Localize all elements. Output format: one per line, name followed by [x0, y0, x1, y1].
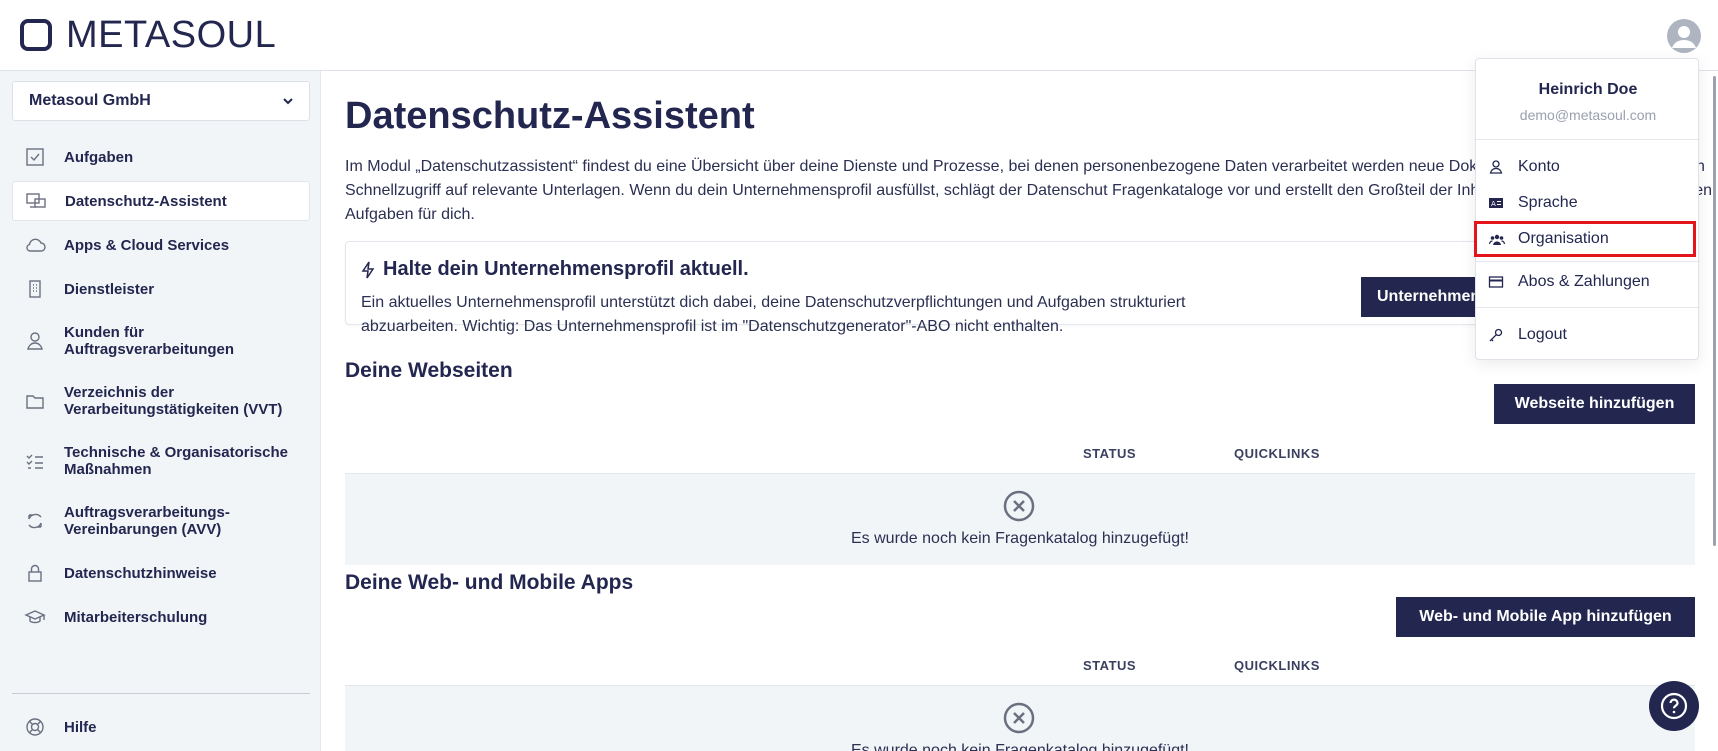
sidebar-item-kunden[interactable]: Kunden für Auftragsverarbeitungen: [12, 313, 310, 369]
cloud-icon: [24, 234, 46, 256]
sidebar-item-avv[interactable]: Auftragsverarbeitungs-Vereinbarungen (AV…: [12, 493, 310, 549]
sidebar-item-label: Datenschutz-Assistent: [65, 192, 227, 210]
page-scrollbar[interactable]: [1713, 76, 1716, 546]
company-profile-title: Halte dein Unternehmensprofil aktuell.: [361, 258, 749, 281]
key-icon: [1488, 327, 1504, 343]
menu-divider: [1476, 139, 1700, 140]
add-app-button[interactable]: Web- und Mobile App hinzufügen: [1396, 597, 1695, 637]
column-header-quicklinks: QUICKLINKS: [1234, 658, 1320, 673]
person-icon: [24, 330, 46, 352]
sidebar-item-label: Auftragsverarbeitungs-Vereinbarungen (AV…: [64, 504, 230, 538]
websites-section-title: Deine Webseiten: [345, 359, 513, 382]
sidebar-item-datenschutzhinweise[interactable]: Datenschutzhinweise: [12, 553, 310, 593]
x-circle-icon: [1003, 702, 1035, 734]
sidebar-item-label: Kunden für Auftragsverarbeitungen: [64, 324, 235, 358]
column-header-quicklinks: QUICKLINKS: [1234, 446, 1320, 461]
company-profile-text: Ein aktuelles Unternehmensprofil unterst…: [361, 294, 1186, 335]
column-header-status: STATUS: [1083, 658, 1137, 673]
lifebuoy-icon: [24, 716, 46, 738]
sidebar-item-label: Apps & Cloud Services: [64, 236, 230, 254]
empty-message: Es wurde noch kein Fragenkatalog hinzuge…: [851, 742, 1189, 751]
sidebar-item-label: Mitarbeiterschulung: [64, 608, 208, 626]
user-menu-dropdown: Heinrich Doe demo@metasoul.com Konto A S…: [1474, 58, 1700, 360]
list-check-icon: [24, 450, 46, 472]
sidebar-item-label: Datenschutzhinweise: [64, 564, 217, 582]
top-bar: METASOUL: [0, 0, 1718, 71]
sidebar-item-label: Aufgaben: [64, 148, 134, 166]
sidebar-item-apps-cloud[interactable]: Apps & Cloud Services: [12, 225, 310, 265]
sidebar: Metasoul GmbH Aufgaben Datenschutz-Assis…: [0, 71, 321, 751]
language-icon: A: [1488, 195, 1504, 211]
svg-text:A: A: [1491, 200, 1496, 208]
sidebar-item-tom[interactable]: Technische & Organisatorische Maßnahmen: [12, 433, 310, 489]
apps-empty-state: Es wurde noch kein Fragenkatalog hinzuge…: [345, 685, 1695, 751]
empty-message: Es wurde noch kein Fragenkatalog hinzuge…: [851, 530, 1189, 547]
column-header-status: STATUS: [1083, 446, 1137, 461]
logo-mark-icon: [20, 19, 52, 51]
sidebar-item-vvt[interactable]: Verzeichnis der Verarbeitungstätigkeiten…: [12, 373, 310, 429]
lock-icon: [24, 562, 46, 584]
menu-divider: [1476, 261, 1700, 262]
menu-divider: [1476, 307, 1700, 308]
lightning-icon: [361, 261, 375, 278]
building-icon: [24, 278, 46, 300]
user-name: Heinrich Doe: [1538, 81, 1638, 98]
checkbox-icon: [24, 146, 46, 168]
menu-item-konto[interactable]: Konto: [1476, 151, 1700, 183]
user-icon: [1488, 159, 1504, 175]
organization-select[interactable]: Metasoul GmbH: [12, 81, 310, 121]
folder-icon: [24, 390, 46, 412]
sidebar-item-label: Dienstleister: [64, 280, 155, 298]
users-icon: [1489, 232, 1505, 248]
page-title: Datenschutz-Assistent: [345, 95, 755, 137]
sidebar-item-mitarbeiterschulung[interactable]: Mitarbeiterschulung: [12, 597, 310, 637]
help-button[interactable]: [1649, 681, 1699, 731]
menu-item-sprache[interactable]: A Sprache: [1476, 187, 1700, 219]
user-avatar-icon[interactable]: [1667, 19, 1701, 53]
menu-item-logout[interactable]: Logout: [1476, 319, 1700, 351]
add-website-button[interactable]: Webseite hinzufügen: [1494, 384, 1695, 424]
menu-item-organisation[interactable]: Organisation: [1474, 221, 1696, 257]
x-circle-icon: [1003, 490, 1035, 522]
sidebar-item-aufgaben[interactable]: Aufgaben: [12, 137, 310, 177]
apps-section-title: Deine Web- und Mobile Apps: [345, 571, 634, 594]
assistant-icon: [25, 190, 47, 212]
menu-item-abos-zahlungen[interactable]: Abos & Zahlungen: [1476, 266, 1700, 298]
sidebar-item-label: Technische & Organisatorische Maßnahmen: [64, 444, 288, 478]
question-circle-icon: [1660, 692, 1688, 720]
sidebar-item-hilfe[interactable]: Hilfe: [12, 707, 310, 747]
chevron-down-icon: [283, 98, 293, 105]
sidebar-item-dienstleister[interactable]: Dienstleister: [12, 269, 310, 309]
logo-text: METASOUL: [66, 14, 277, 56]
credit-card-icon: [1488, 274, 1504, 290]
sync-icon: [24, 510, 46, 532]
sidebar-item-datenschutz-assistent[interactable]: Datenschutz-Assistent: [12, 181, 310, 221]
organization-name: Metasoul GmbH: [29, 92, 151, 109]
user-email: demo@metasoul.com: [1519, 107, 1657, 123]
sidebar-item-label: Hilfe: [64, 718, 97, 736]
company-profile-button[interactable]: Unternehmensprofil: [1361, 277, 1491, 317]
graduation-cap-icon: [24, 606, 46, 628]
sidebar-item-label: Verzeichnis der Verarbeitungstätigkeiten…: [64, 384, 283, 418]
logo[interactable]: METASOUL: [20, 16, 276, 54]
websites-empty-state: Es wurde noch kein Fragenkatalog hinzuge…: [345, 473, 1695, 565]
sidebar-divider: [12, 693, 310, 694]
